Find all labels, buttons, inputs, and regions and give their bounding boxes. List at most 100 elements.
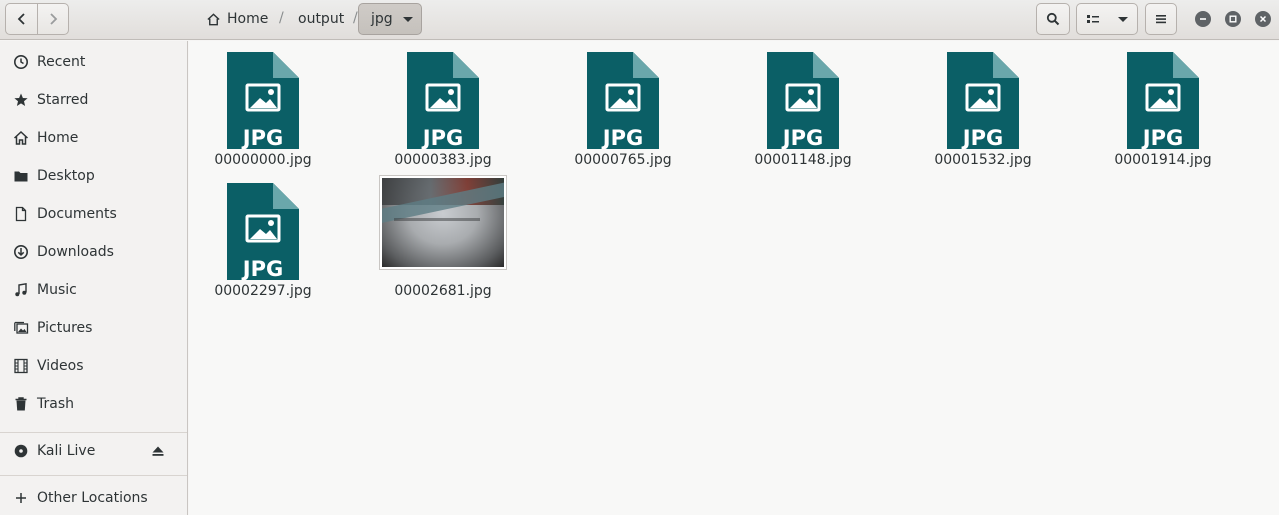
main-menu-button[interactable] xyxy=(1145,3,1177,35)
chevron-right-icon xyxy=(50,13,58,25)
sidebar-item-label: Downloads xyxy=(37,244,114,260)
svg-text:JPG: JPG xyxy=(421,126,463,149)
sidebar-divider xyxy=(0,475,187,476)
jpg-file-icon: JPG xyxy=(767,52,839,150)
file-name: 00000383.jpg xyxy=(394,152,492,168)
search-button[interactable] xyxy=(1036,3,1070,35)
file-item[interactable]: JPG 00001914.jpg xyxy=(1093,41,1233,171)
breadcrumb-current-folder[interactable]: jpg xyxy=(358,3,422,35)
file-item[interactable]: JPG 00000000.jpg xyxy=(193,41,333,171)
sidebar-item-label: Trash xyxy=(37,396,74,412)
sidebar-item-documents[interactable]: Documents xyxy=(0,195,187,233)
sidebar-item-pictures[interactable]: Pictures xyxy=(0,309,187,347)
sidebar-item-label: Kali Live xyxy=(37,443,96,459)
file-name: 00001532.jpg xyxy=(934,152,1032,168)
file-name: 00002681.jpg xyxy=(394,283,492,299)
film-icon xyxy=(12,358,29,375)
file-item[interactable]: JPG 00001148.jpg xyxy=(733,41,873,171)
photo-preview xyxy=(382,178,504,267)
svg-text:JPG: JPG xyxy=(961,126,1003,149)
eject-icon[interactable] xyxy=(151,444,165,458)
clock-icon xyxy=(12,54,29,71)
file-name: 00001148.jpg xyxy=(754,152,852,168)
sidebar-item-recent[interactable]: Recent xyxy=(0,43,187,81)
sidebar-item-music[interactable]: Music xyxy=(0,271,187,309)
view-options-dropdown[interactable] xyxy=(1110,4,1137,34)
breadcrumb-separator: / xyxy=(353,10,358,26)
document-icon xyxy=(12,206,29,223)
navigation-buttons xyxy=(5,3,69,35)
home-icon xyxy=(12,130,29,147)
file-item[interactable]: JPG 00002297.jpg xyxy=(193,172,333,302)
file-thumbnail: JPG xyxy=(587,52,659,150)
breadcrumb-home[interactable]: Home xyxy=(200,3,274,35)
svg-text:JPG: JPG xyxy=(781,126,823,149)
file-item[interactable]: JPG 00000383.jpg xyxy=(373,41,513,171)
pictures-icon xyxy=(12,320,29,337)
close-button[interactable] xyxy=(1255,11,1271,27)
home-icon xyxy=(207,12,220,25)
trash-icon xyxy=(12,396,29,413)
svg-text:JPG: JPG xyxy=(1141,126,1183,149)
breadcrumb-output[interactable]: output xyxy=(292,3,350,35)
jpg-file-icon: JPG xyxy=(227,52,299,150)
header-bar: Home / output / jpg xyxy=(0,0,1279,40)
sidebar-item-label: Pictures xyxy=(37,320,93,336)
download-icon xyxy=(12,244,29,261)
chevron-left-icon xyxy=(17,13,25,25)
sidebar-item-home[interactable]: Home xyxy=(0,119,187,157)
view-options-group xyxy=(1076,3,1138,35)
file-item[interactable]: 00002681.jpg xyxy=(373,172,513,302)
folder-icon xyxy=(12,168,29,185)
maximize-icon xyxy=(1229,15,1237,23)
file-name: 00000000.jpg xyxy=(214,152,312,168)
hamburger-menu-icon xyxy=(1156,15,1166,24)
sidebar-item-videos[interactable]: Videos xyxy=(0,347,187,385)
sidebar-item-desktop[interactable]: Desktop xyxy=(0,157,187,195)
file-name: 00002297.jpg xyxy=(214,283,312,299)
sidebar-item-label: Documents xyxy=(37,206,117,222)
maximize-button[interactable] xyxy=(1225,11,1241,27)
file-view[interactable]: JPG 00000000.jpg JPG 00000383.jpg JPG 00… xyxy=(189,41,1279,515)
music-icon xyxy=(12,282,29,299)
list-view-button[interactable] xyxy=(1077,4,1110,34)
file-thumbnail: JPG xyxy=(227,52,299,150)
file-thumbnail: JPG xyxy=(407,52,479,150)
sidebar-item-label: Music xyxy=(37,282,77,298)
jpg-file-icon: JPG xyxy=(227,183,299,281)
sidebar-item-trash[interactable]: Trash xyxy=(0,385,187,423)
jpg-file-icon: JPG xyxy=(587,52,659,150)
file-thumbnail: JPG xyxy=(227,183,299,281)
jpg-file-icon: JPG xyxy=(947,52,1019,150)
file-thumbnail: JPG xyxy=(947,52,1019,150)
minimize-button[interactable] xyxy=(1195,11,1211,27)
file-thumbnail: JPG xyxy=(1127,52,1199,150)
sidebar-item-label: Other Locations xyxy=(37,490,148,506)
file-name: 00001914.jpg xyxy=(1114,152,1212,168)
image-thumbnail xyxy=(379,175,507,270)
sidebar-item-starred[interactable]: Starred xyxy=(0,81,187,119)
file-thumbnail: JPG xyxy=(767,52,839,150)
breadcrumb-home-label: Home xyxy=(227,11,269,27)
file-item[interactable]: JPG 00000765.jpg xyxy=(553,41,693,171)
breadcrumb-separator: / xyxy=(279,10,284,26)
file-item[interactable]: JPG 00001532.jpg xyxy=(913,41,1053,171)
sidebar-item-downloads[interactable]: Downloads xyxy=(0,233,187,271)
list-view-icon xyxy=(1087,15,1100,23)
svg-text:JPG: JPG xyxy=(241,257,283,280)
search-icon xyxy=(1046,12,1060,26)
minimize-icon xyxy=(1200,18,1206,20)
back-button[interactable] xyxy=(6,4,37,34)
forward-button[interactable] xyxy=(37,4,68,34)
sidebar-item-other-locations[interactable]: Other Locations xyxy=(0,479,187,515)
close-icon xyxy=(1259,15,1267,23)
breadcrumb-current-label: jpg xyxy=(371,11,393,27)
sidebar-item-kali-live[interactable]: Kali Live xyxy=(0,432,187,470)
sidebar-item-label: Recent xyxy=(37,54,86,70)
disc-icon xyxy=(12,443,29,460)
breadcrumb-output-label: output xyxy=(298,11,345,27)
star-icon xyxy=(12,92,29,109)
chevron-down-icon xyxy=(1118,16,1129,22)
jpg-file-icon: JPG xyxy=(1127,52,1199,150)
sidebar: Recent Starred Home Desktop Documents Do… xyxy=(0,41,188,515)
